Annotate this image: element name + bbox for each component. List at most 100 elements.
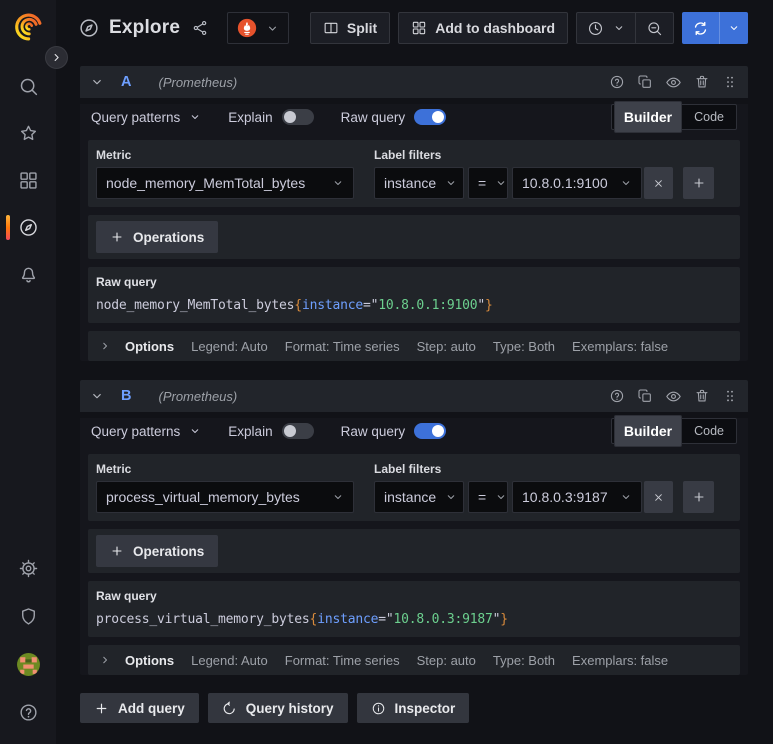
- label-filter-row: instance = 10.8.0.1:9100: [374, 167, 714, 199]
- add-operation-button[interactable]: Operations: [96, 221, 219, 253]
- option-exemplars: Exemplars: false: [572, 338, 669, 354]
- sidebar-item-search[interactable]: [0, 63, 56, 110]
- code-mode-button[interactable]: Code: [684, 421, 734, 441]
- inspector-button[interactable]: Inspector: [356, 693, 470, 723]
- explain-switch[interactable]: [281, 109, 314, 125]
- explain-switch[interactable]: [281, 423, 314, 439]
- query-datasource-name: (Prometheus): [158, 388, 238, 404]
- copy-icon: [638, 389, 651, 402]
- chevron-down-icon: [192, 429, 199, 433]
- add-to-dashboard-button[interactable]: Add to dashboard: [398, 12, 568, 44]
- metric-select[interactable]: process_virtual_memory_bytes: [96, 481, 354, 513]
- add-query-button[interactable]: Add query: [80, 693, 199, 723]
- option-format: Format: Time series: [284, 652, 400, 668]
- datasource-picker[interactable]: [227, 12, 290, 44]
- disable-query-button[interactable]: [665, 74, 682, 91]
- code-close-brace: }: [485, 298, 493, 313]
- query-options-row[interactable]: Options Legend: Auto Format: Time series…: [88, 645, 740, 675]
- add-filter-button[interactable]: [683, 167, 714, 199]
- editor-mode-radio-group: Builder Code: [610, 415, 737, 447]
- options-title: Options: [125, 338, 175, 354]
- query-datasource-name: (Prometheus): [158, 74, 238, 90]
- label-name-value: instance: [384, 175, 437, 191]
- eye-icon: [666, 77, 681, 87]
- disable-query-button[interactable]: [665, 388, 682, 405]
- drag-handle[interactable]: [722, 388, 738, 404]
- chevron-down-icon: [497, 181, 505, 185]
- question-circle-icon: [610, 75, 624, 89]
- code-metric: node_memory_MemTotal_bytes: [96, 298, 295, 313]
- builder-mode-button[interactable]: Builder: [613, 101, 683, 133]
- refresh-interval-dropdown[interactable]: [719, 12, 748, 44]
- add-filter-button[interactable]: [683, 481, 714, 513]
- label-filters-label: Label filters: [374, 148, 442, 162]
- drag-handle[interactable]: [722, 74, 738, 90]
- sidebar-item-dashboards[interactable]: [0, 157, 56, 204]
- share-shortlink-button[interactable]: [191, 19, 209, 37]
- option-format: Format: Time series: [284, 338, 400, 354]
- query-options-row[interactable]: Options Legend: Auto Format: Time series…: [88, 331, 740, 361]
- operations-label: Operations: [133, 543, 205, 559]
- run-query-button[interactable]: [682, 12, 719, 44]
- compass-icon: [80, 19, 98, 37]
- label-value-select[interactable]: 10.8.0.3:9187: [512, 481, 642, 513]
- time-range-picker[interactable]: [577, 13, 635, 43]
- sidebar-item-configuration[interactable]: [0, 544, 56, 592]
- options-title: Options: [125, 652, 175, 668]
- query-patterns-label: Query patterns: [91, 423, 181, 439]
- operator-value: =: [478, 489, 487, 505]
- add-operation-button[interactable]: Operations: [96, 535, 219, 567]
- sidebar-item-explore[interactable]: [0, 204, 56, 251]
- label-name-select[interactable]: instance: [374, 167, 464, 199]
- raw-query-expression: node_memory_MemTotal_bytes{instance="10.…: [96, 298, 493, 313]
- duplicate-query-button[interactable]: [637, 388, 653, 404]
- sidebar-expand-button[interactable]: [45, 46, 68, 69]
- query-history-button[interactable]: Query history: [207, 693, 348, 723]
- duplicate-query-button[interactable]: [637, 74, 653, 90]
- toolbar-actions: Split Add to dashboard: [309, 12, 748, 44]
- remove-filter-button[interactable]: [644, 167, 673, 199]
- query-help-button[interactable]: [609, 388, 625, 404]
- remove-query-button[interactable]: [694, 74, 710, 90]
- query-editor-body: Query patterns Explain Raw query Builder…: [80, 415, 748, 675]
- code-string-value: 10.8.0.3:9187: [393, 612, 493, 627]
- explore-header: Explore: [78, 17, 209, 39]
- builder-mode-button[interactable]: Builder: [613, 415, 683, 447]
- explain-label: Explain: [228, 109, 273, 125]
- metric-select[interactable]: node_memory_MemTotal_bytes: [96, 167, 354, 199]
- code-mode-button[interactable]: Code: [684, 107, 734, 127]
- raw-query-switch[interactable]: [414, 423, 447, 439]
- sidebar-item-alerting[interactable]: [0, 251, 56, 298]
- plus-icon: [112, 546, 122, 556]
- chevron-down-icon: [93, 79, 101, 85]
- remove-query-button[interactable]: [694, 388, 710, 404]
- raw-query-card: Raw query process_virtual_memory_bytes{i…: [88, 581, 740, 637]
- sidebar-item-help[interactable]: [0, 688, 56, 736]
- sidebar-item-server-admin[interactable]: [0, 592, 56, 640]
- zoom-out-time-range-button[interactable]: [635, 13, 673, 43]
- collapse-query-button[interactable]: [90, 389, 104, 403]
- editor-mode-radio-group: Builder Code: [610, 101, 737, 133]
- query-row-actions: [609, 74, 738, 91]
- plus-icon: [96, 703, 107, 713]
- query-row-actions: [609, 388, 738, 405]
- raw-query-title: Raw query: [96, 275, 157, 289]
- grafana-logo-icon[interactable]: [13, 12, 43, 47]
- operations-label: Operations: [133, 229, 205, 245]
- label-value-select[interactable]: 10.8.0.1:9100: [512, 167, 642, 199]
- remove-filter-button[interactable]: [644, 481, 673, 513]
- label-name-select[interactable]: instance: [374, 481, 464, 513]
- split-button[interactable]: Split: [309, 12, 391, 44]
- label-name-value: instance: [384, 489, 437, 505]
- operator-select[interactable]: =: [468, 167, 508, 199]
- query-help-button[interactable]: [609, 74, 625, 90]
- user-avatar[interactable]: [0, 640, 56, 688]
- raw-query-switch[interactable]: [414, 109, 447, 125]
- query-patterns-button[interactable]: Query patterns: [91, 110, 201, 125]
- collapse-query-button[interactable]: [90, 75, 104, 89]
- sidebar-item-starred[interactable]: [0, 110, 56, 157]
- label-value: 10.8.0.1:9100: [522, 175, 608, 191]
- operator-select[interactable]: =: [468, 481, 508, 513]
- query-patterns-button[interactable]: Query patterns: [91, 424, 201, 439]
- query-editor-row-a: A (Prometheus) Query patterns Explain Ra…: [80, 66, 748, 361]
